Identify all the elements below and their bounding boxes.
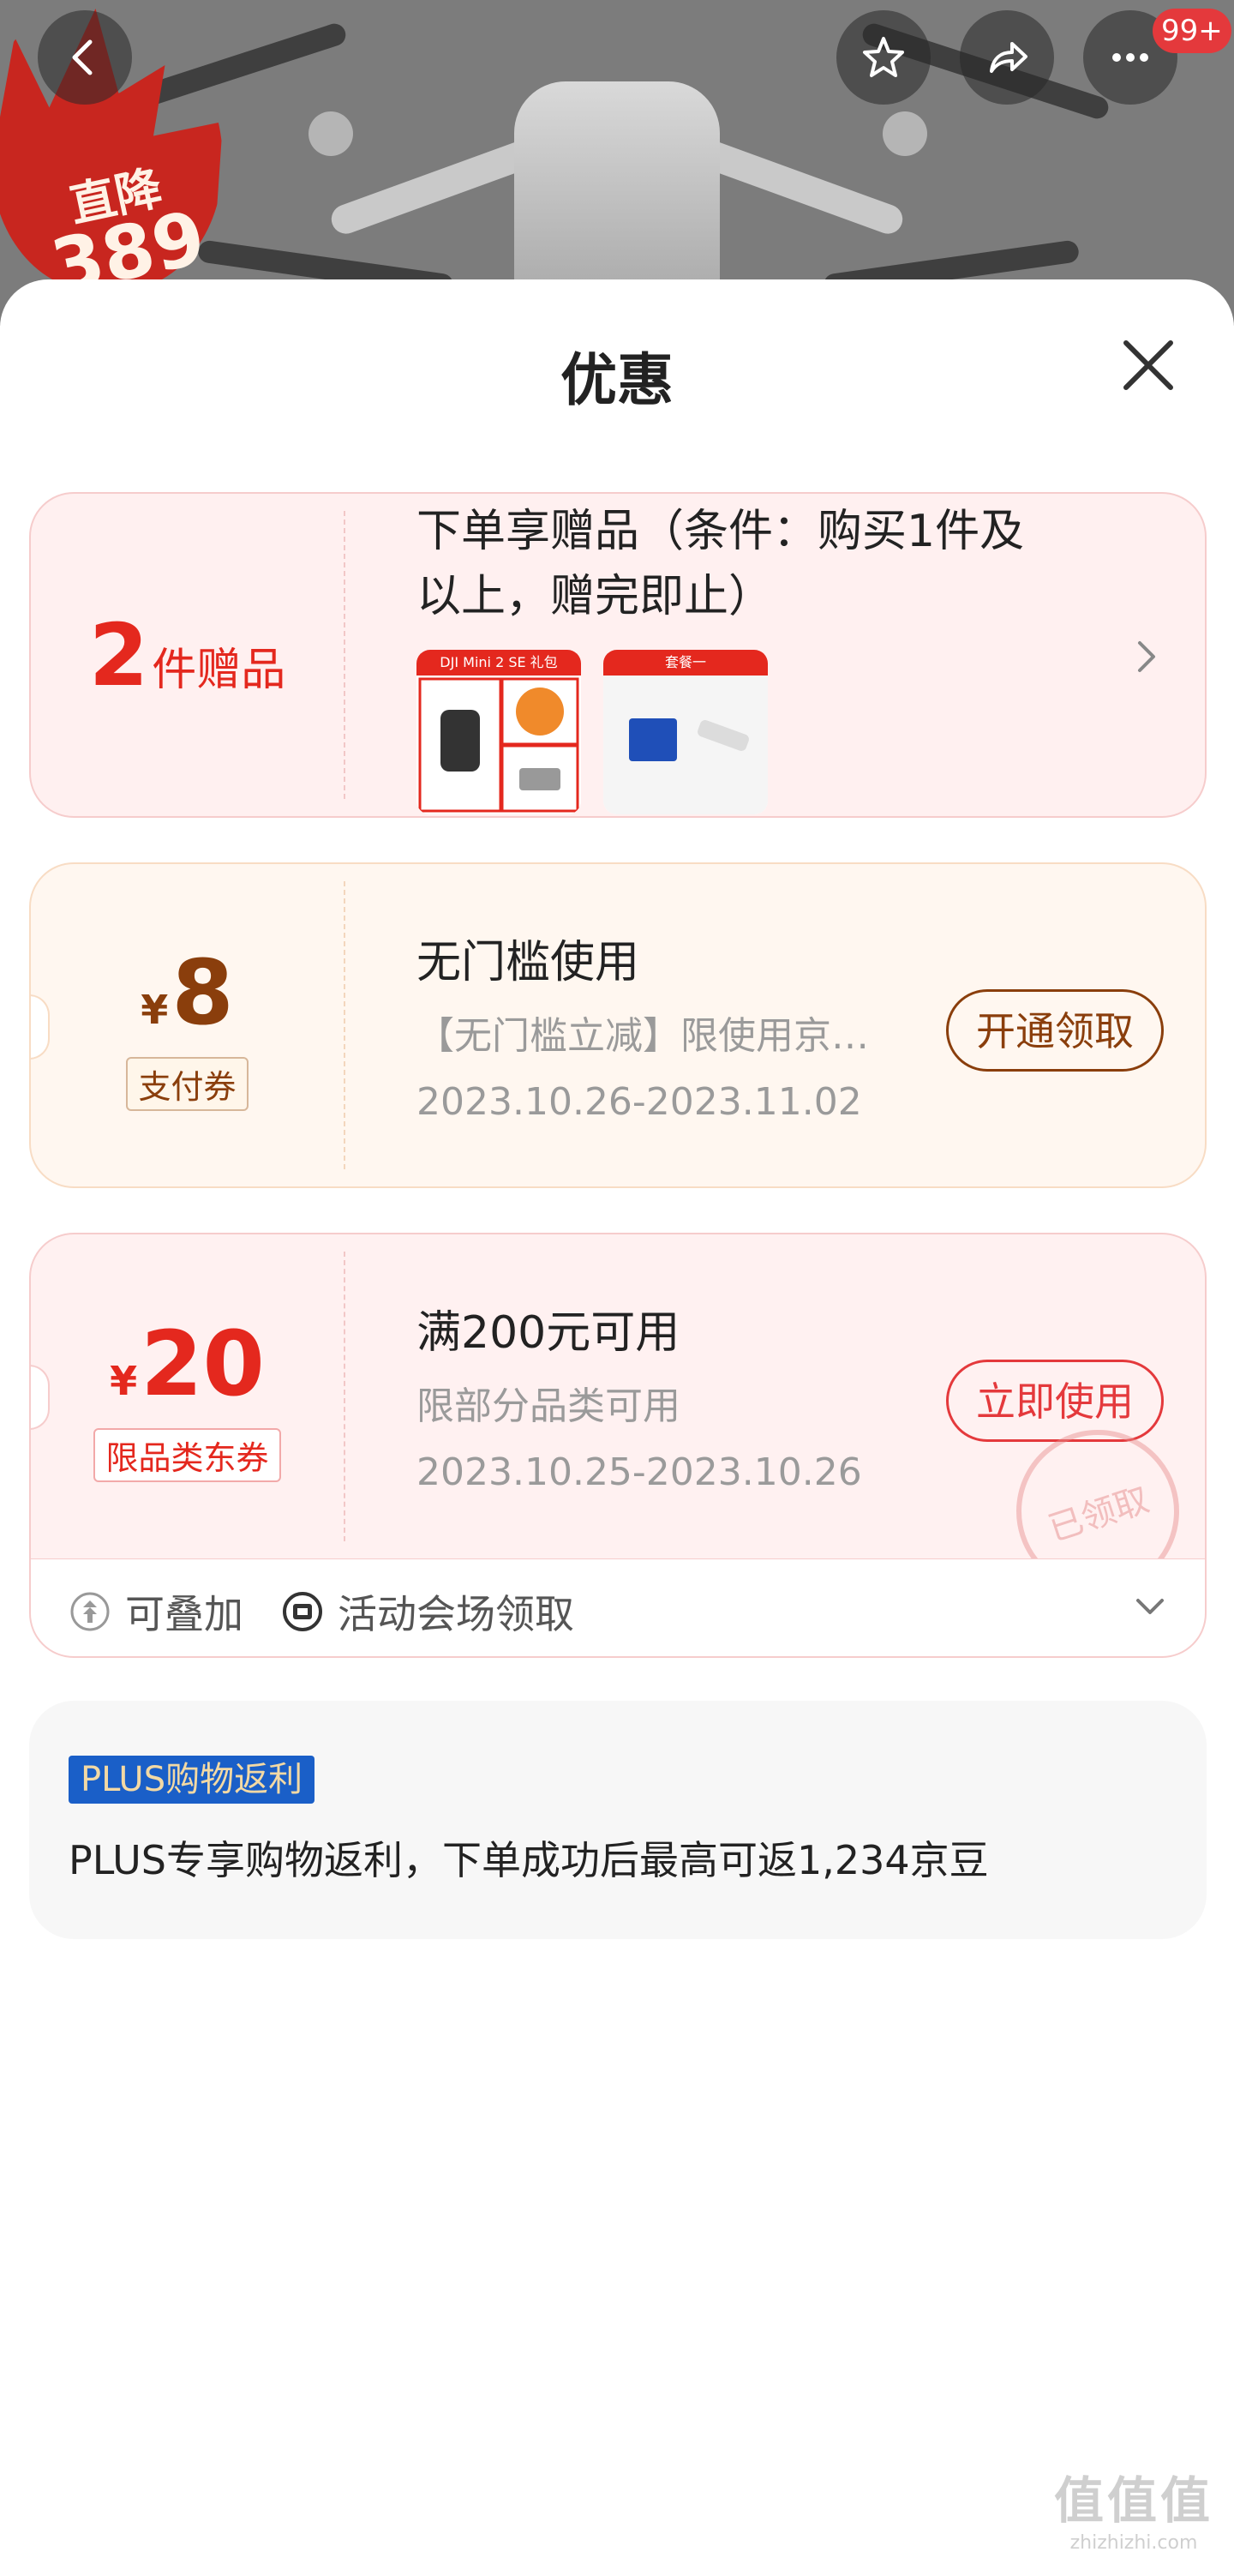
dashed-divider <box>344 511 345 799</box>
plus-rebate-box: PLUS购物返利 PLUS专享购物返利，下单成功后最高可返1,234京豆 <box>29 1701 1207 1939</box>
coupon-validity-date: 2023.10.25-2023.10.26 <box>416 1450 862 1494</box>
gift-title: 下单享赠品（条件：购买1件及以上，赠完即止） <box>416 506 1025 622</box>
coupon-amount-block: ¥ 20 限品类东券 <box>31 1234 344 1558</box>
product-hero: 直降 389 99+ <box>0 0 1234 326</box>
chevron-left-icon <box>72 39 93 75</box>
gift-bundle-image <box>418 677 579 813</box>
coupon-footer: 可叠加 活动会场领取 <box>29 1558 1207 1658</box>
chevron-down-icon[interactable] <box>1131 1592 1169 1623</box>
coupon-description: 【无门槛立减】限使用京… <box>416 1014 869 1058</box>
coupon-value: 8 <box>171 940 234 1045</box>
use-now-button[interactable]: 立即使用 <box>946 1360 1164 1442</box>
site-watermark: 值值值 zhizhizhi.com <box>1054 2460 1213 2554</box>
coupon-amount-block: ¥ 8 支付券 <box>31 864 344 1186</box>
drone-motor <box>308 111 353 156</box>
stackable-info: 可叠加 <box>69 1583 243 1640</box>
watermark-logo: 值值值 <box>1053 2471 1213 2530</box>
gift-image-2[interactable]: 套餐一 <box>603 650 768 814</box>
share-icon <box>990 42 1027 73</box>
activate-claim-button[interactable]: 开通领取 <box>946 989 1164 1072</box>
currency-symbol: ¥ <box>110 1357 138 1404</box>
chevron-right-icon[interactable] <box>1131 638 1162 676</box>
message-count-badge: 99+ <box>1153 9 1231 53</box>
gift-image-label: 套餐一 <box>603 650 768 676</box>
close-icon[interactable] <box>1114 331 1183 399</box>
favorite-button[interactable] <box>836 10 931 105</box>
coupon-details: 满200元可用 限部分品类可用 2023.10.25-2023.10.26 立即… <box>387 1234 1205 1558</box>
drone-arm <box>687 134 907 238</box>
drone-motor <box>883 111 927 156</box>
gift-count-unit: 件赠品 <box>152 644 286 696</box>
coupon-title: 无门槛使用 <box>416 937 640 988</box>
coupon-details: 无门槛使用 【无门槛立减】限使用京… 2023.10.26-2023.11.02… <box>387 864 1205 1186</box>
gift-bundle-image <box>603 676 768 814</box>
gift-image-1[interactable]: DJI Mini 2 SE 礼包 <box>416 650 581 814</box>
coupon-type-tag: 支付券 <box>126 1056 249 1111</box>
coupon-validity-date: 2023.10.26-2023.11.02 <box>416 1080 862 1124</box>
currency-symbol: ¥ <box>141 986 169 1033</box>
back-button[interactable] <box>38 10 132 105</box>
discount-sheet: 优惠 2 件赠品 下单享赠品（条件：购买1件及以上，赠完即止） DJI Mini… <box>0 279 1234 2576</box>
star-icon <box>863 37 904 77</box>
coupon-card: ¥ 20 限品类东券 满200元可用 限部分品类可用 2023.10.25-20… <box>29 1233 1207 1558</box>
dashed-divider <box>344 1252 345 1541</box>
coupon-title: 满200元可用 <box>416 1307 680 1359</box>
drone-body <box>514 81 720 304</box>
more-dots-icon <box>1112 53 1148 62</box>
coupon-value: 20 <box>141 1311 265 1416</box>
venue-icon <box>283 1592 322 1631</box>
stack-icon <box>70 1592 110 1631</box>
gift-count-number: 2 <box>88 604 149 706</box>
coupon-description: 限部分品类可用 <box>416 1384 680 1428</box>
gift-image-label: DJI Mini 2 SE 礼包 <box>416 650 581 676</box>
dashed-divider <box>344 881 345 1169</box>
coupon-card: ¥ 8 支付券 无门槛使用 【无门槛立减】限使用京… 2023.10.26-20… <box>29 862 1207 1188</box>
coupon-amount: ¥ 8 <box>141 940 233 1045</box>
gift-details: 下单享赠品（条件：购买1件及以上，赠完即止） DJI Mini 2 SE 礼包 … <box>387 494 1205 816</box>
gift-count: 2 件赠品 <box>89 605 286 706</box>
gift-card[interactable]: 2 件赠品 下单享赠品（条件：购买1件及以上，赠完即止） DJI Mini 2 … <box>29 492 1207 818</box>
watermark-url: zhizhizhi.com <box>1069 2532 1198 2554</box>
coupon-type-tag: 限品类东券 <box>93 1427 281 1482</box>
source-info: 活动会场领取 <box>281 1583 574 1640</box>
plus-badge: PLUS购物返利 <box>69 1756 315 1804</box>
share-button[interactable] <box>960 10 1054 105</box>
stackable-label: 可叠加 <box>125 1591 243 1637</box>
sheet-title: 优惠 <box>560 347 674 413</box>
gift-summary: 2 件赠品 <box>31 494 344 816</box>
coupon-amount: ¥ 20 <box>110 1312 265 1416</box>
source-label: 活动会场领取 <box>338 1591 574 1637</box>
plus-rebate-text: PLUS专享购物返利，下单成功后最高可返1,234京豆 <box>69 1837 989 1883</box>
